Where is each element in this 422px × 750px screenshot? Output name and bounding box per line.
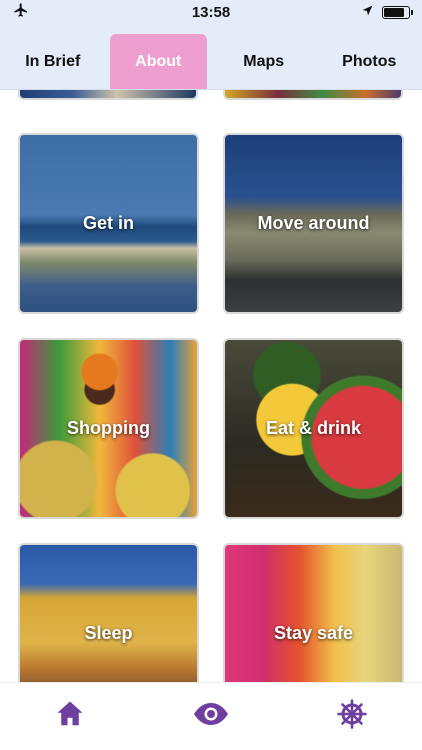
tab-in-brief[interactable]: In Brief bbox=[4, 34, 102, 89]
card-label: Sleep bbox=[84, 623, 133, 643]
card-label: Move around bbox=[257, 213, 370, 233]
card-shopping[interactable]: Shopping bbox=[18, 338, 199, 519]
card-move-around[interactable]: Move around bbox=[223, 133, 404, 314]
tab-about[interactable]: About bbox=[109, 34, 207, 89]
settings-button[interactable] bbox=[322, 692, 382, 742]
battery-level bbox=[384, 7, 405, 17]
topics-grid: Get in Move around Shopping Eat & drink … bbox=[0, 90, 422, 682]
card-eat-drink[interactable]: Eat & drink bbox=[223, 338, 404, 519]
card-label: Eat & drink bbox=[265, 418, 362, 438]
bottom-nav bbox=[0, 682, 422, 750]
tab-maps[interactable]: Maps bbox=[215, 34, 313, 89]
eye-icon bbox=[193, 702, 229, 731]
home-icon bbox=[55, 699, 85, 734]
ship-wheel-icon bbox=[336, 699, 367, 734]
card-get-in[interactable]: Get in bbox=[18, 133, 199, 314]
card-image bbox=[225, 545, 402, 682]
card-label: Shopping bbox=[67, 418, 150, 438]
tab-bar: In Brief About Maps Photos bbox=[0, 24, 422, 90]
card-image bbox=[20, 545, 197, 682]
status-bar: 13:58 bbox=[0, 0, 422, 24]
status-time: 13:58 bbox=[191, 3, 231, 21]
card-label: Stay safe bbox=[273, 623, 354, 643]
card-sleep[interactable]: Sleep bbox=[18, 543, 199, 682]
location-arrow-icon bbox=[361, 4, 374, 21]
viewpoint-button[interactable] bbox=[181, 692, 241, 742]
home-button[interactable] bbox=[40, 692, 100, 742]
tab-photos[interactable]: Photos bbox=[321, 34, 419, 89]
battery-icon bbox=[382, 5, 413, 19]
peek-card-left[interactable] bbox=[18, 90, 198, 100]
card-label: Get in bbox=[82, 213, 134, 233]
card-stay-safe[interactable]: Stay safe bbox=[223, 543, 404, 682]
previous-row-peek bbox=[0, 90, 422, 100]
airplane-icon bbox=[12, 2, 30, 22]
peek-card-right[interactable] bbox=[223, 90, 403, 100]
